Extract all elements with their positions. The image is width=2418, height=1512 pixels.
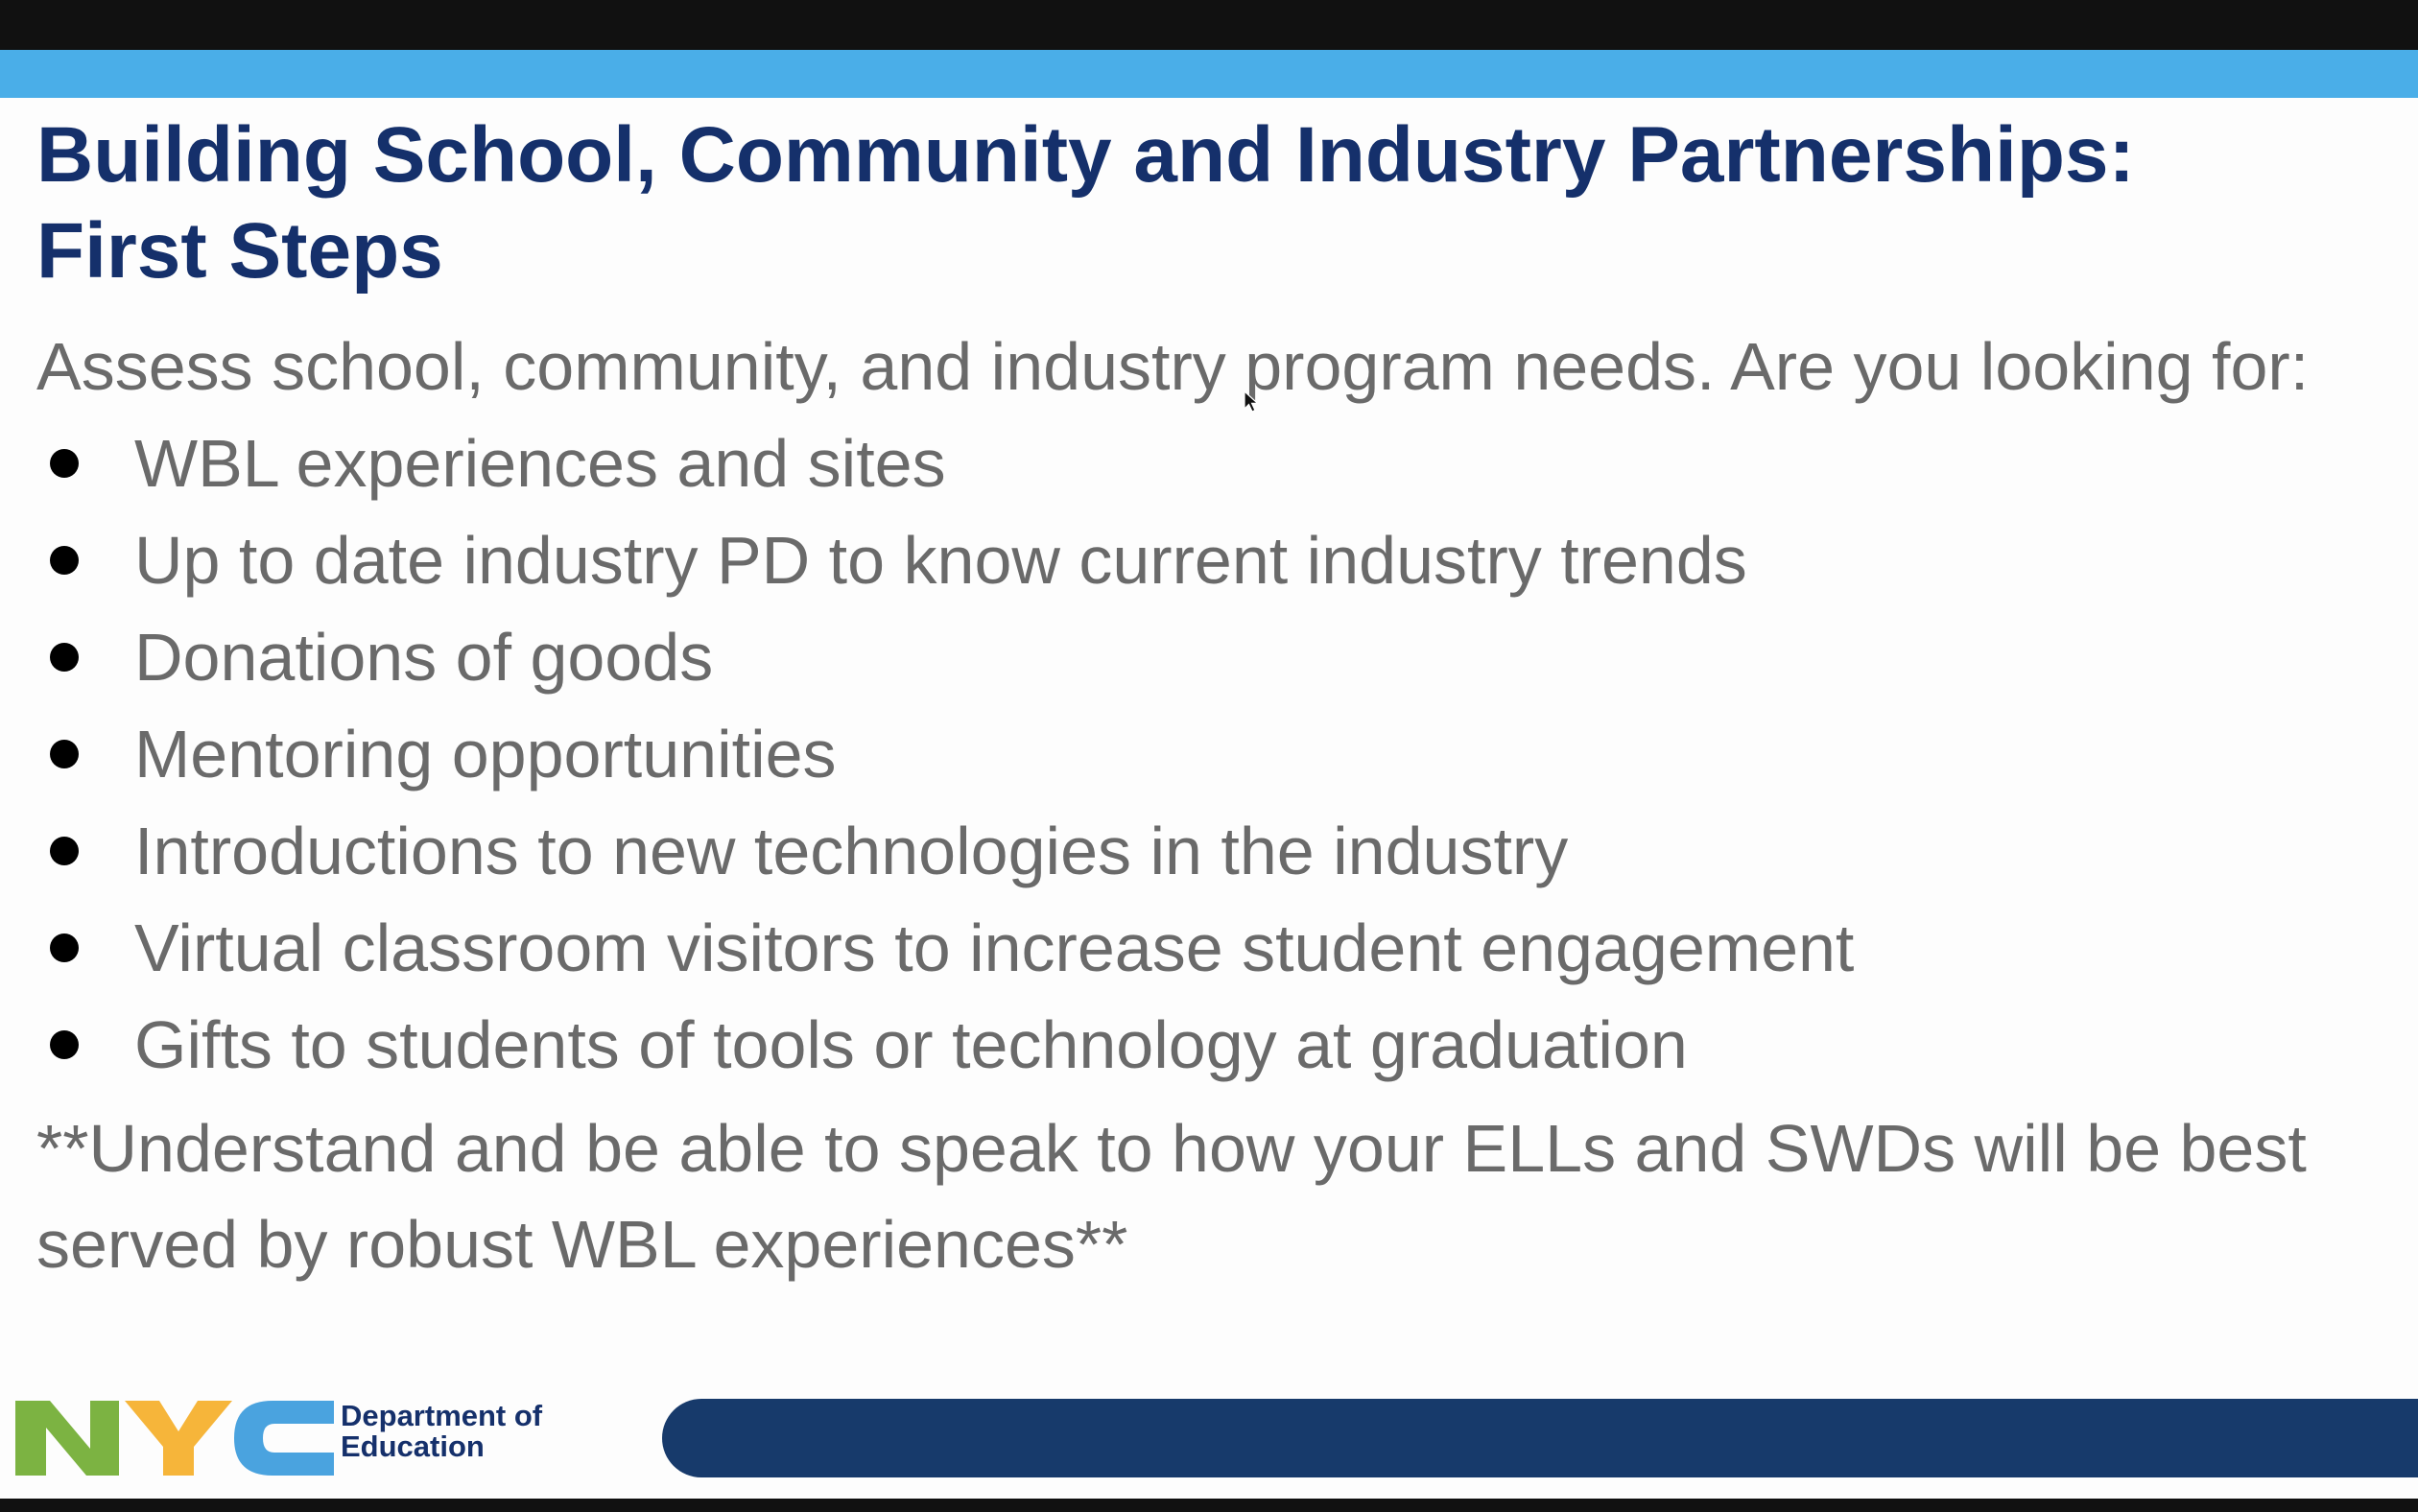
bullet-item: Introductions to new technologies in the… xyxy=(36,802,2406,899)
bullet-label: Donations of goods xyxy=(134,619,714,695)
bullet-label: Gifts to students of tools or technology… xyxy=(134,1006,1688,1082)
bullet-item: Virtual classroom visitors to increase s… xyxy=(36,899,2406,996)
slide-body: Assess school, community, and industry p… xyxy=(36,319,2406,1292)
bullet-label: WBL experiences and sites xyxy=(134,425,946,501)
bullet-item: WBL experiences and sites xyxy=(36,414,2406,511)
intro-text: Assess school, community, and industry p… xyxy=(36,329,2310,404)
bullet-dot-icon xyxy=(50,739,79,768)
bullet-dot-icon xyxy=(50,545,79,575)
bullet-item: Gifts to students of tools or technology… xyxy=(36,996,2406,1093)
bullet-label: Virtual classroom visitors to increase s… xyxy=(134,910,1855,985)
bottom-letterbox-bar xyxy=(0,1499,2418,1512)
footer-navy-bar xyxy=(662,1399,2418,1477)
nyc-logo-mark xyxy=(15,1401,334,1476)
bullet-dot-icon xyxy=(50,642,79,672)
bullet-label: Mentoring opportunities xyxy=(134,716,837,791)
dept-name-line-2: Education xyxy=(341,1429,485,1463)
bullet-item: Donations of goods xyxy=(36,608,2406,705)
ell-swd-note: **Understand and be able to speak to how… xyxy=(36,1111,2307,1282)
bullet-label: Introductions to new technologies in the… xyxy=(134,813,1569,888)
nyc-doe-logo: Department of Education xyxy=(12,1395,626,1481)
bullet-dot-icon xyxy=(50,836,79,865)
presentation-slide: Building School, Community and Industry … xyxy=(0,50,2418,1499)
top-letterbox-bar xyxy=(0,0,2418,50)
bullet-dot-icon xyxy=(50,933,79,962)
slide-title-line-1: Building School, Community and Industry … xyxy=(36,111,2135,199)
dept-name-line-1: Department of xyxy=(341,1399,543,1432)
bullet-dot-icon xyxy=(50,1029,79,1059)
slide-accent-stripe xyxy=(0,50,2418,98)
bullet-dot-icon xyxy=(50,448,79,478)
bullet-label: Up to date industry PD to know current i… xyxy=(134,522,1747,598)
slide-title-line-2: First Steps xyxy=(36,207,443,295)
bullet-item: Mentoring opportunities xyxy=(36,705,2406,802)
bullet-item: Up to date industry PD to know current i… xyxy=(36,511,2406,608)
mouse-pointer-icon xyxy=(1244,390,1259,413)
slide-title: Building School, Community and Industry … xyxy=(36,107,2378,299)
needs-bullet-list: WBL experiences and sites Up to date ind… xyxy=(36,414,2406,1093)
slide-footer: Department of Education xyxy=(0,1383,2418,1489)
